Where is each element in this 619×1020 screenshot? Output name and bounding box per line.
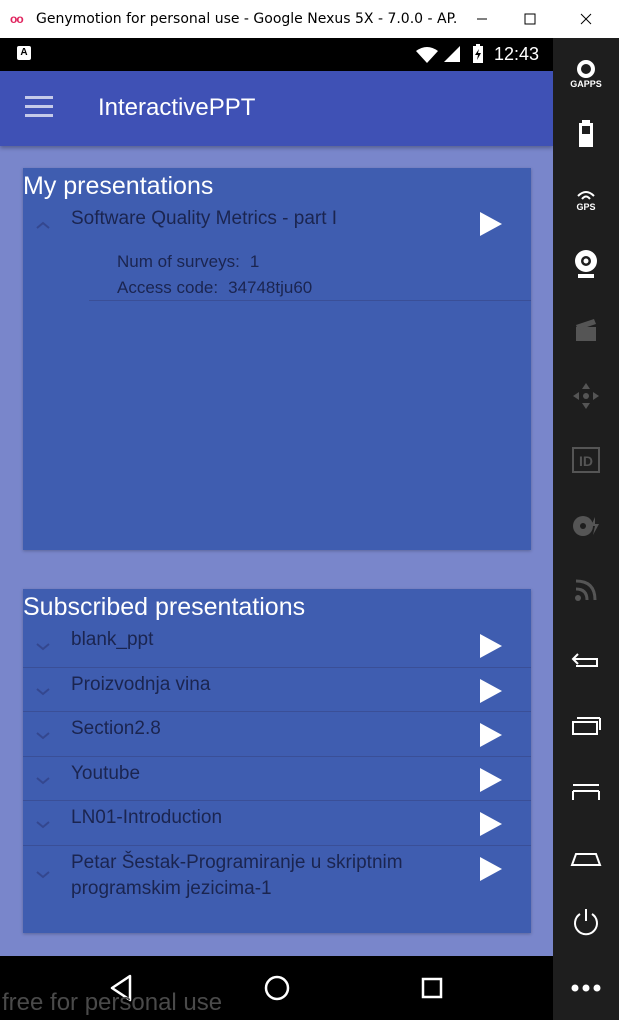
presentation-item[interactable]: Petar Šestak-Programiranje u skriptnim p…: [23, 846, 531, 933]
chevron-down-icon[interactable]: [35, 686, 51, 698]
battery-button[interactable]: [566, 114, 606, 154]
play-icon[interactable]: [475, 854, 505, 884]
power-icon: [574, 909, 598, 936]
presentation-name: Youtube: [71, 763, 141, 784]
device-id-label: ID: [579, 453, 593, 469]
my-presentations-card: My presentations Software Quality Metric…: [23, 168, 531, 550]
menu-lines-icon: [572, 784, 600, 800]
play-icon[interactable]: [475, 720, 505, 750]
genymotion-logo-icon: oo: [10, 12, 24, 26]
webcam-button[interactable]: [566, 244, 606, 284]
close-icon: [580, 13, 592, 25]
rss-icon: [575, 579, 597, 601]
play-icon[interactable]: [475, 631, 505, 661]
num-surveys-label: Num of surveys:: [117, 252, 240, 271]
window-titlebar: oo Genymotion for personal use - Google …: [0, 0, 619, 38]
close-button[interactable]: [563, 0, 609, 38]
disk-io-button[interactable]: [566, 506, 606, 546]
minimize-icon: [477, 18, 487, 20]
gapps-label: GAPPS: [570, 78, 602, 89]
num-surveys-value: 1: [249, 252, 260, 271]
status-clock: 12:43: [494, 44, 540, 64]
watermark: free for personal use: [2, 989, 223, 1016]
wifi-icon: [416, 47, 438, 63]
more-dots-icon: [571, 984, 601, 992]
gps-button[interactable]: GPS: [566, 180, 606, 220]
home-nav-icon[interactable]: [259, 970, 295, 1006]
chevron-down-icon[interactable]: [35, 775, 51, 787]
emulator-sidebar: GAPPS GPS ID: [553, 38, 619, 1020]
recents-nav-icon[interactable]: [414, 970, 450, 1006]
battery-charging-icon: [473, 44, 483, 63]
network-button[interactable]: [566, 570, 606, 610]
presentation-name-line2: programskim jezicima-1: [71, 878, 272, 899]
subscribed-presentations-card: Subscribed presentations blank_ppt Proiz…: [23, 589, 531, 933]
device-id-button[interactable]: ID: [566, 440, 606, 480]
gapps-button[interactable]: GAPPS: [566, 54, 606, 94]
screencast-button[interactable]: [566, 310, 606, 350]
android-status-bar: A 12:43: [0, 38, 553, 71]
chevron-down-icon[interactable]: [35, 869, 51, 881]
presentation-item[interactable]: Software Quality Metrics - part I Num of…: [23, 202, 531, 300]
dpad-icon: [573, 383, 599, 409]
play-icon[interactable]: [475, 209, 505, 239]
access-code-line: Access code: 34748tju60: [117, 275, 312, 301]
chevron-down-icon[interactable]: [35, 819, 51, 831]
chevron-up-icon[interactable]: [35, 219, 51, 231]
window-title: Genymotion for personal use - Google Nex…: [36, 11, 456, 27]
play-icon[interactable]: [475, 765, 505, 795]
remote-control-button[interactable]: [566, 376, 606, 416]
gps-signal-icon: [577, 190, 595, 200]
presentation-name: LN01-Introduction: [71, 807, 223, 828]
presentation-details: Num of surveys: 1 Access code: 34748tju60: [117, 249, 312, 301]
recent-apps-icon: [572, 717, 601, 735]
back-button[interactable]: [566, 640, 606, 680]
num-surveys-line: Num of surveys: 1: [117, 249, 312, 275]
back-arrow-icon: [571, 653, 598, 667]
disk-icon: [573, 516, 599, 536]
access-code-label: Access code:: [117, 278, 219, 297]
chevron-down-icon[interactable]: [35, 730, 51, 742]
minimize-button[interactable]: [459, 0, 505, 38]
presentation-name-line1: Petar Šestak-Programiranje u skriptnim: [71, 852, 403, 873]
presentation-name: Proizvodnja vina: [71, 674, 211, 695]
presentation-item[interactable]: Proizvodnja vina: [23, 668, 531, 712]
presentation-name: Section2.8: [71, 718, 161, 739]
home-icon: [570, 853, 602, 866]
my-presentations-heading: My presentations: [23, 172, 214, 200]
app-bar: InteractivePPT: [0, 71, 553, 146]
notification-icon: A: [17, 46, 31, 60]
play-icon[interactable]: [475, 676, 505, 706]
divider: [89, 300, 531, 301]
home-button[interactable]: [566, 838, 606, 878]
gps-label: GPS: [576, 201, 596, 212]
presentation-name: blank_ppt: [71, 629, 154, 650]
chevron-down-icon[interactable]: [35, 641, 51, 653]
battery-icon: [579, 120, 593, 147]
presentation-item[interactable]: blank_ppt: [23, 623, 531, 668]
phone-screen: A 12:43 InteractivePPT My presentations: [0, 38, 553, 956]
cell-signal-icon: [444, 46, 460, 62]
gapps-icon: [577, 59, 595, 78]
id-card-icon: ID: [572, 447, 600, 473]
clapperboard-icon: [576, 319, 596, 341]
presentation-name: Software Quality Metrics - part I: [71, 208, 338, 229]
webcam-icon: [575, 250, 597, 278]
presentation-item[interactable]: Section2.8: [23, 712, 531, 757]
menu-icon[interactable]: [25, 96, 53, 118]
access-code-value: 34748tju60: [228, 278, 313, 297]
menu-button[interactable]: [566, 772, 606, 812]
play-icon[interactable]: [475, 809, 505, 839]
recent-apps-button[interactable]: [566, 706, 606, 746]
presentation-item[interactable]: Youtube: [23, 757, 531, 801]
maximize-icon: [524, 13, 536, 25]
app-title: InteractivePPT: [98, 94, 256, 121]
emulator-window: oo Genymotion for personal use - Google …: [0, 0, 619, 1020]
subscribed-presentations-heading: Subscribed presentations: [23, 593, 306, 621]
presentation-item[interactable]: LN01-Introduction: [23, 801, 531, 846]
maximize-button[interactable]: [507, 0, 553, 38]
power-button[interactable]: [566, 902, 606, 942]
more-options-button[interactable]: [566, 968, 606, 1008]
